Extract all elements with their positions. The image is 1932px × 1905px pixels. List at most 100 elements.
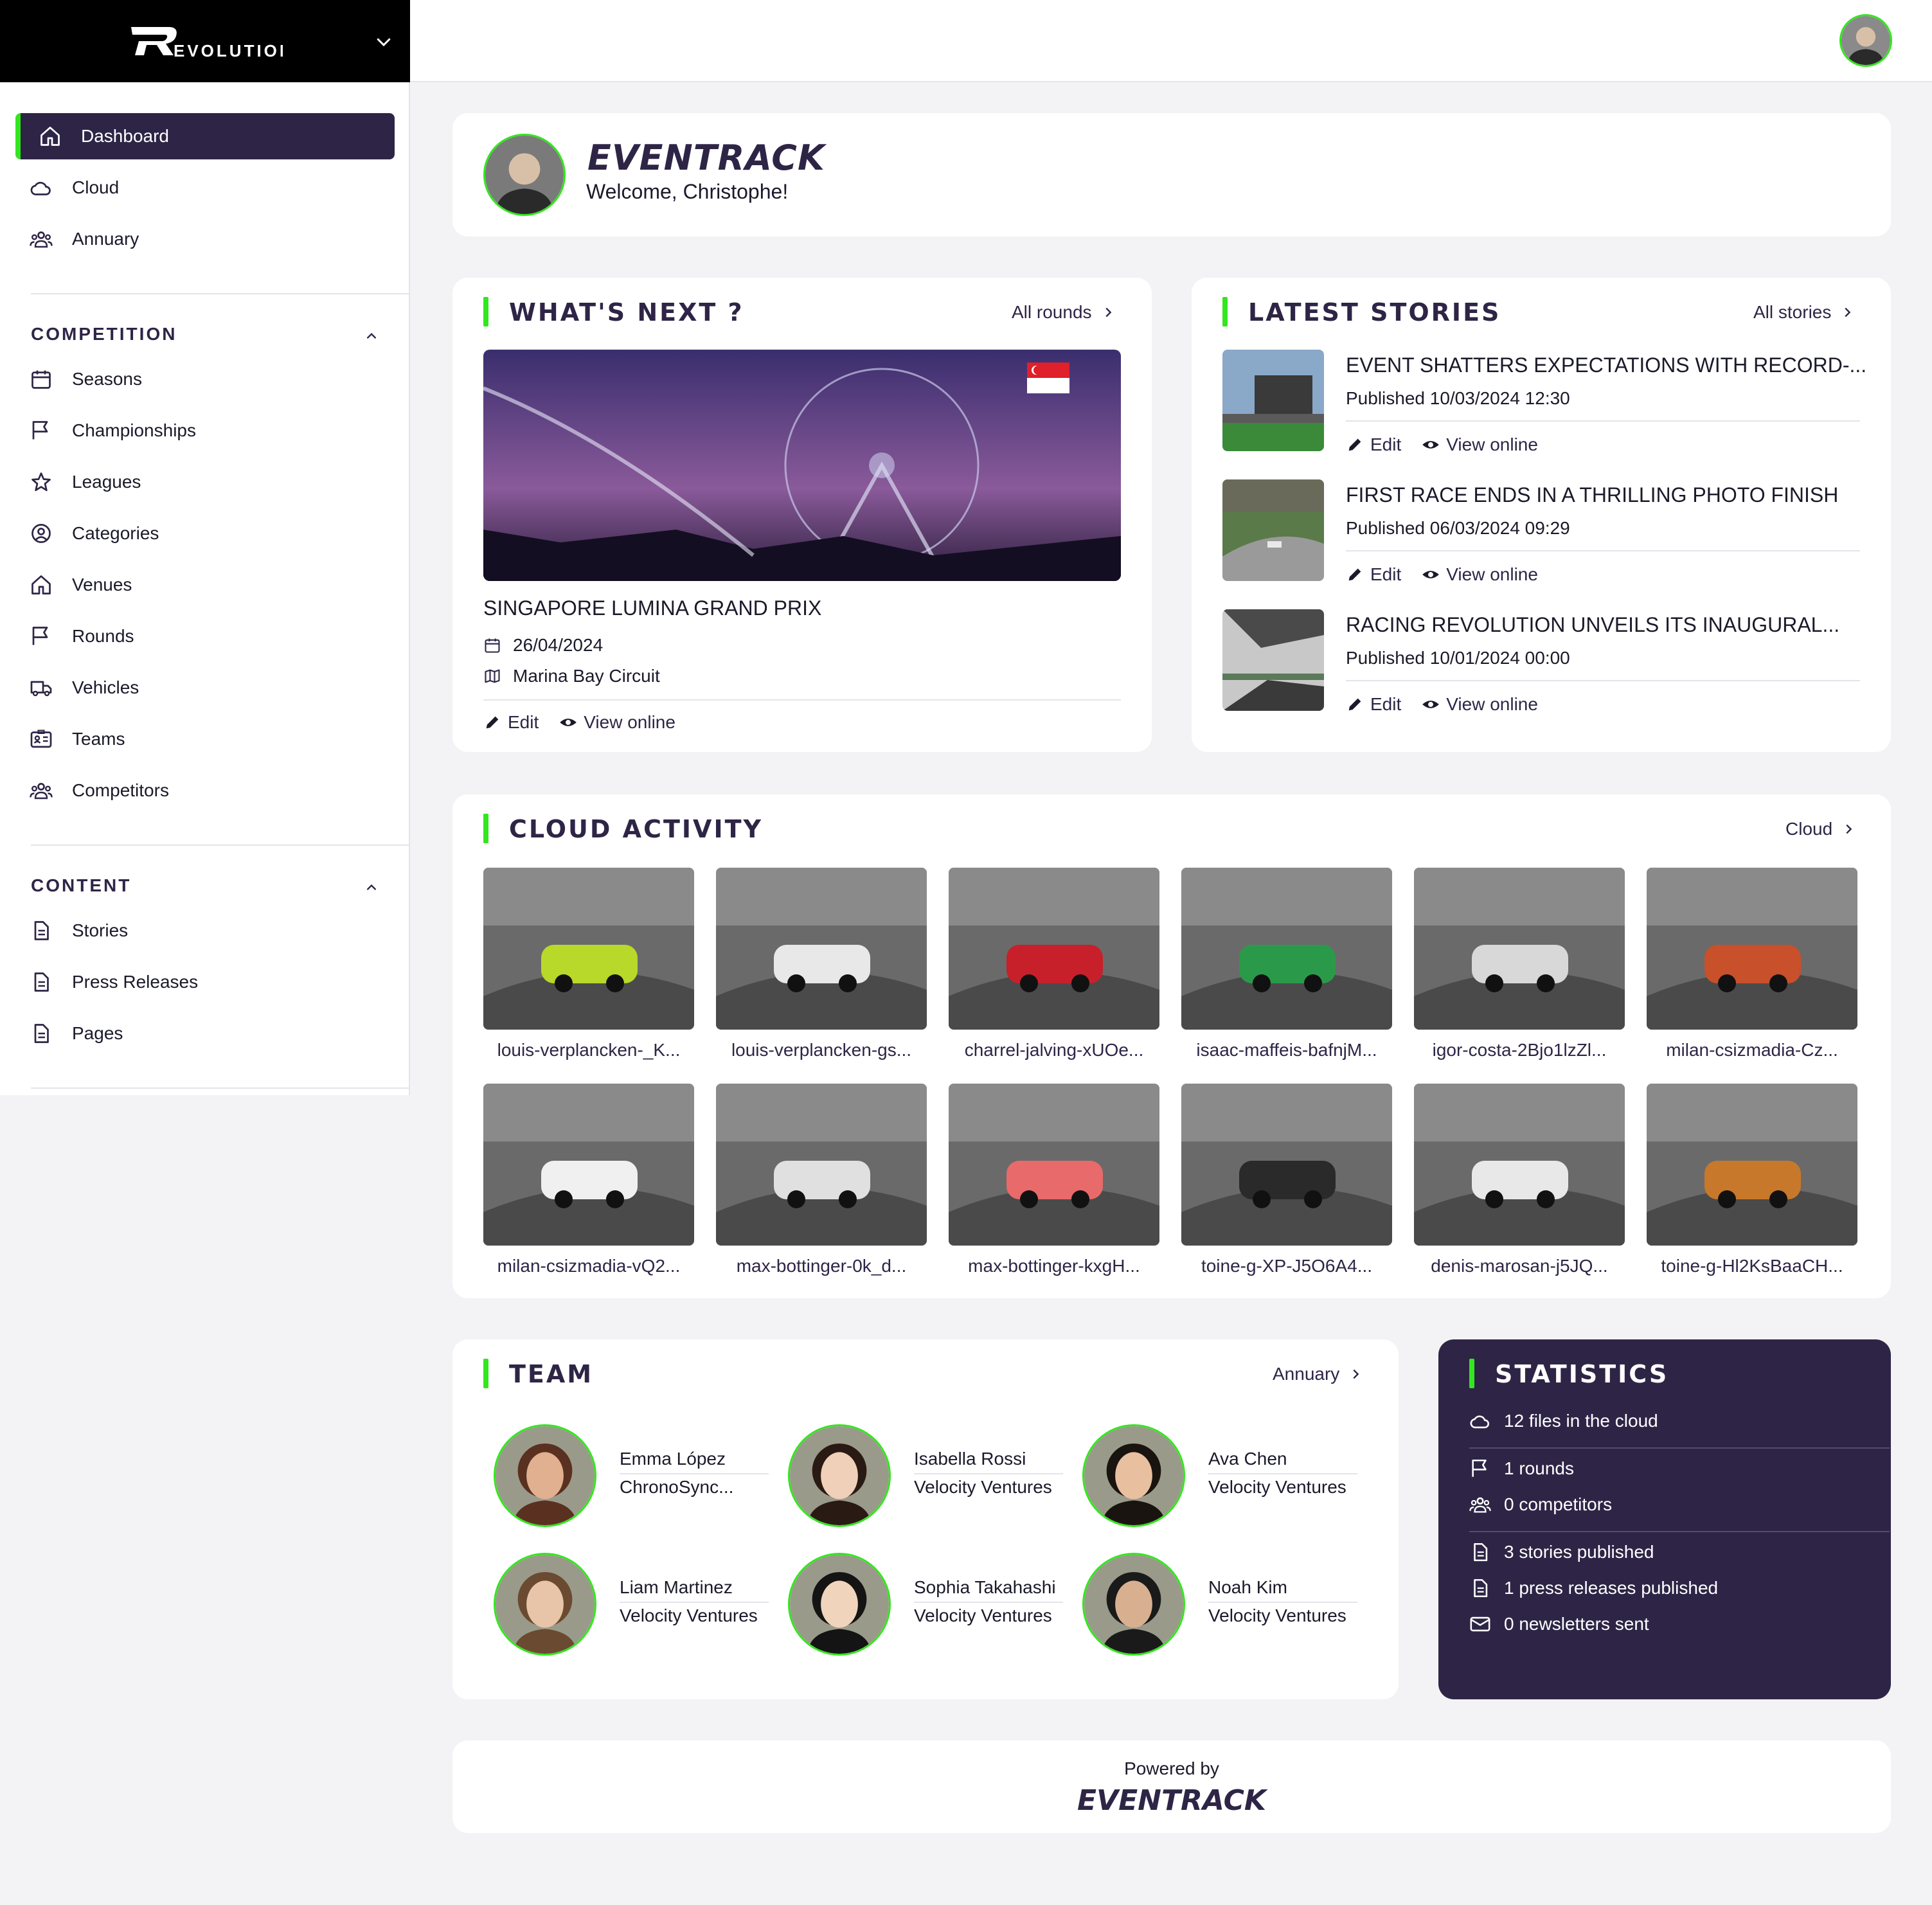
sidebar-item-label: Rounds <box>72 626 134 646</box>
cloud-file-thumbnail[interactable] <box>1647 868 1857 1030</box>
eye-icon <box>1422 701 1440 708</box>
member-team: Velocity Ventures <box>914 1477 1052 1497</box>
sidebar-item-venues[interactable]: Venues <box>15 562 395 608</box>
sidebar-item-leagues[interactable]: Leagues <box>15 459 395 505</box>
cloud-file-thumbnail[interactable] <box>483 868 694 1030</box>
sidebar-item-cloud[interactable]: Cloud <box>15 165 395 211</box>
story-title[interactable]: RACING REVOLUTION UNVEILS ITS INAUGURAL.… <box>1346 613 1839 637</box>
member-team: Velocity Ventures <box>620 1605 758 1625</box>
member-avatar[interactable] <box>1082 1553 1185 1656</box>
chevron-up-icon[interactable] <box>362 878 380 896</box>
member-name[interactable]: Isabella Rossi <box>914 1449 1063 1474</box>
sidebar-item-dashboard[interactable]: Dashboard <box>15 113 395 159</box>
chevron-up-icon[interactable] <box>362 326 380 344</box>
story-title[interactable]: EVENT SHATTERS EXPECTATIONS WITH RECORD-… <box>1346 353 1866 377</box>
stat-stories: 3 stories published <box>1469 1541 1654 1563</box>
view-online-button[interactable]: View online <box>1422 694 1538 715</box>
edit-button[interactable]: Edit <box>1346 694 1401 715</box>
story-title[interactable]: FIRST RACE ENDS IN A THRILLING PHOTO FIN… <box>1346 483 1838 507</box>
user-avatar[interactable] <box>1839 14 1892 67</box>
cloud-file-thumbnail[interactable] <box>1414 868 1625 1030</box>
member-avatar[interactable] <box>494 1424 596 1527</box>
annuary-link[interactable]: Annuary <box>1273 1364 1363 1384</box>
sidebar-item-stories[interactable]: Stories <box>15 908 395 954</box>
sidebar-item-championships[interactable]: Championships <box>15 407 395 454</box>
story-thumbnail[interactable] <box>1222 609 1324 711</box>
story-thumbnail[interactable] <box>1222 350 1324 451</box>
document-icon <box>30 970 55 994</box>
edit-button[interactable]: Edit <box>483 712 539 733</box>
cloud-file-thumbnail[interactable] <box>716 1084 927 1246</box>
stat-competitors: 0 competitors <box>1469 1494 1612 1516</box>
sidebar-item-seasons[interactable]: Seasons <box>15 356 395 402</box>
member-avatar[interactable] <box>788 1424 891 1527</box>
cloud-file-thumbnail[interactable] <box>1181 1084 1392 1246</box>
sidebar-item-label: Dashboard <box>81 126 169 146</box>
chevron-down-icon[interactable] <box>374 32 393 51</box>
link-label: Cloud <box>1785 819 1833 839</box>
member-name[interactable]: Ava Chen <box>1208 1449 1357 1474</box>
cloud-file-thumbnail[interactable] <box>949 1084 1159 1246</box>
cloud-file-name: louis-verplancken-_K... <box>497 1040 681 1060</box>
divider <box>31 1087 410 1089</box>
cloud-file-thumbnail[interactable] <box>1414 1084 1625 1246</box>
story-published: Published 10/01/2024 00:00 <box>1346 648 1570 668</box>
all-rounds-link[interactable]: All rounds <box>1012 302 1115 323</box>
cloud-file-name: denis-marosan-j5JQ... <box>1431 1256 1608 1276</box>
edit-button[interactable]: Edit <box>1346 564 1401 585</box>
member-team: ChronoSync... <box>620 1477 734 1497</box>
sidebar-item-label: Competitors <box>72 780 169 800</box>
sidebar-item-teams[interactable]: Teams <box>15 716 395 762</box>
home-icon <box>30 573 55 596</box>
member-avatar[interactable] <box>1082 1424 1185 1527</box>
member-name[interactable]: Sophia Takahashi <box>914 1577 1063 1603</box>
calendar-icon <box>30 368 55 391</box>
stat-press: 1 press releases published <box>1469 1577 1718 1599</box>
view-online-button[interactable]: View online <box>1422 434 1538 455</box>
sidebar-item-categories[interactable]: Categories <box>15 510 395 557</box>
event-venue: Marina Bay Circuit <box>513 666 660 686</box>
edit-label: Edit <box>508 712 539 732</box>
map-icon <box>485 669 500 683</box>
member-avatar[interactable] <box>788 1553 891 1656</box>
svg-text:EVOLUTION: EVOLUTION <box>174 41 283 60</box>
brand-header[interactable]: EVOLUTION <box>0 0 410 82</box>
member-name[interactable]: Noah Kim <box>1208 1577 1357 1603</box>
divider <box>1469 1447 1890 1449</box>
edit-button[interactable]: Edit <box>1346 434 1401 455</box>
stat-label: 12 files in the cloud <box>1504 1411 1658 1431</box>
all-stories-link[interactable]: All stories <box>1753 302 1854 323</box>
cloud-file-thumbnail[interactable] <box>949 868 1159 1030</box>
cloud-file-thumbnail[interactable] <box>483 1084 694 1246</box>
edit-label: Edit <box>1370 694 1402 714</box>
cloud-file-thumbnail[interactable] <box>1647 1084 1857 1246</box>
story-thumbnail[interactable] <box>1222 479 1324 581</box>
sidebar: Dashboard Cloud Annuary COMPETITION Seas… <box>0 82 410 1095</box>
view-label: View online <box>1446 694 1538 714</box>
member-name[interactable]: Liam Martinez <box>620 1577 769 1603</box>
cloud-file-name: charrel-jalving-xUOe... <box>964 1040 1144 1060</box>
flag-icon <box>30 625 55 648</box>
sidebar-item-rounds[interactable]: Rounds <box>15 613 395 659</box>
cloud-link[interactable]: Cloud <box>1785 819 1856 839</box>
link-label: All rounds <box>1012 302 1092 322</box>
link-label: All stories <box>1753 302 1832 322</box>
cloud-file-thumbnail[interactable] <box>716 868 927 1030</box>
member-avatar[interactable] <box>494 1553 596 1656</box>
edit-label: Edit <box>1370 564 1402 584</box>
sidebar-item-annuary[interactable]: Annuary <box>15 216 395 262</box>
sidebar-item-press-releases[interactable]: Press Releases <box>15 959 395 1005</box>
cloud-file-thumbnail[interactable] <box>1181 868 1392 1030</box>
sidebar-item-vehicles[interactable]: Vehicles <box>15 665 395 711</box>
sidebar-item-pages[interactable]: Pages <box>15 1010 395 1057</box>
member-name[interactable]: Emma López <box>620 1449 769 1474</box>
sidebar-item-label: Annuary <box>72 229 139 249</box>
pencil-icon <box>1348 568 1361 581</box>
sidebar-item-competitors[interactable]: Competitors <box>15 767 395 814</box>
eventrack-logo[interactable]: EVENTRACK <box>452 1784 1891 1817</box>
event-image[interactable] <box>483 350 1121 581</box>
view-online-button[interactable]: View online <box>559 712 675 733</box>
event-date-row: 26/04/2024 <box>483 635 603 656</box>
view-online-button[interactable]: View online <box>1422 564 1538 585</box>
member-team: Velocity Ventures <box>914 1605 1052 1625</box>
